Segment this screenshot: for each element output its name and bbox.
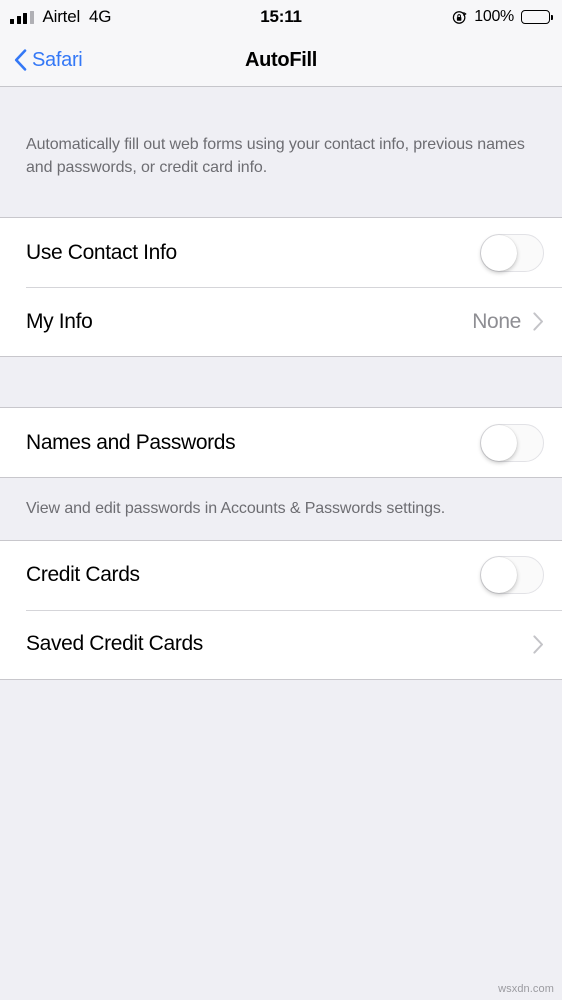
my-info-label: My Info — [26, 309, 93, 333]
credit-cards-group: Credit Cards Saved Credit Cards — [0, 539, 562, 680]
page-title: AutoFill — [244, 48, 318, 71]
back-button[interactable]: Safari — [0, 48, 83, 72]
toggle-knob — [481, 424, 517, 461]
network-type-label: 4G — [89, 7, 112, 26]
row-names-and-passwords[interactable]: Names and Passwords — [0, 408, 562, 478]
toggle-knob — [481, 557, 517, 594]
credit-cards-toggle[interactable] — [480, 556, 544, 595]
saved-credit-cards-label: Saved Credit Cards — [26, 632, 203, 656]
toggle-knob — [481, 234, 517, 271]
use-contact-info-label: Use Contact Info — [26, 240, 177, 264]
back-button-label: Safari — [32, 48, 83, 71]
names-passwords-footer-text: View and edit passwords in Accounts & Pa… — [26, 500, 446, 518]
cellular-signal-icon — [10, 10, 34, 24]
intro-spacer — [0, 179, 562, 217]
battery-percent-label: 100% — [474, 8, 514, 25]
status-bar-left: Airtel 4G — [10, 7, 112, 27]
watermark: wsxdn.com — [498, 983, 554, 995]
status-bar: Airtel 4G 15:11 100% — [0, 0, 562, 34]
battery-icon — [521, 10, 553, 24]
group-gap-1 — [0, 357, 562, 408]
row-saved-credit-cards[interactable]: Saved Credit Cards — [0, 609, 562, 679]
row-credit-cards[interactable]: Credit Cards — [0, 540, 562, 610]
chevron-right-icon — [533, 634, 544, 654]
intro-description: Automatically fill out web forms using y… — [26, 136, 525, 177]
credit-cards-label: Credit Cards — [26, 563, 140, 587]
navigation-bar: Safari AutoFill — [0, 34, 562, 87]
names-passwords-footer: View and edit passwords in Accounts & Pa… — [0, 478, 562, 540]
rotation-lock-icon — [452, 10, 467, 25]
names-and-passwords-toggle[interactable] — [480, 423, 544, 462]
chevron-right-icon — [533, 312, 544, 331]
row-use-contact-info[interactable]: Use Contact Info — [0, 218, 562, 288]
chevron-left-icon — [14, 49, 27, 71]
row-my-info[interactable]: My Info None — [0, 287, 562, 357]
status-bar-right: 100% — [452, 8, 553, 26]
names-passwords-group: Names and Passwords — [0, 407, 562, 479]
names-and-passwords-label: Names and Passwords — [26, 430, 236, 454]
top-spacer — [0, 87, 562, 133]
use-contact-info-toggle[interactable] — [480, 233, 544, 272]
settings-list: Automatically fill out web forms using y… — [0, 87, 562, 1000]
my-info-value: None — [472, 309, 521, 333]
contact-info-group: Use Contact Info My Info None — [0, 217, 562, 358]
carrier-name: Airtel — [42, 7, 81, 26]
